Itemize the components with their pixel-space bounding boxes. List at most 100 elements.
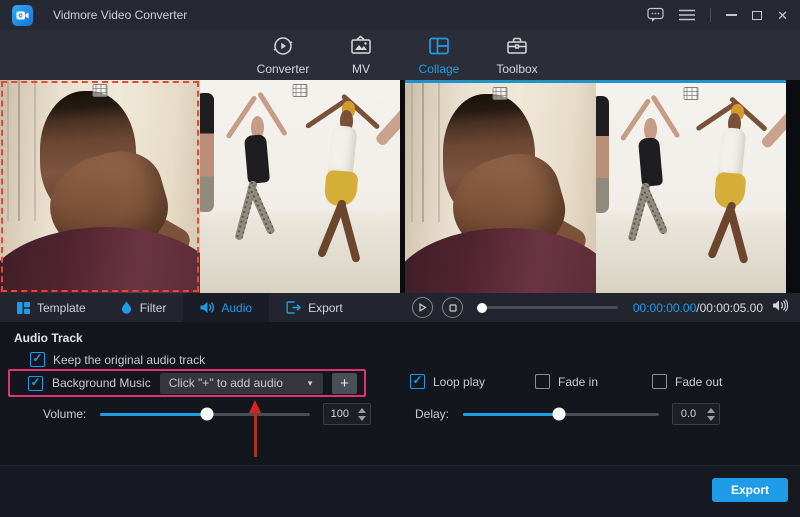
fade-out-label: Fade out [675,375,722,389]
tab-collage[interactable]: Collage [400,30,478,80]
template-icon [17,302,30,314]
minimize-button[interactable] [726,14,737,16]
collage-cell-man-video[interactable] [405,83,596,293]
tab-toolbox[interactable]: Toolbox [478,30,556,80]
selection-frame [1,81,199,292]
add-audio-button[interactable]: + [332,373,357,394]
preview-progress-strip [405,80,786,83]
toolbox-icon [505,34,529,58]
filter-icon [120,301,133,314]
collage-cell-dancers-video[interactable] [200,80,400,293]
swap-icon[interactable] [493,87,508,100]
collage-preview[interactable] [405,83,786,293]
check-icon: ✓ [412,374,422,386]
player-controls: 00:00:00.00/00:00:05.00 [400,293,800,322]
fade-in-label: Fade in [558,375,598,389]
main-nav: Converter MV Collage Toolbox [0,30,800,80]
subtab-label: Export [308,301,343,315]
dropdown-placeholder: Click "+" to add audio [169,376,283,390]
titlebar: Vidmore Video Converter ✕ [0,0,800,30]
keep-original-checkbox[interactable]: ✓ [30,352,45,367]
tab-label: MV [352,62,370,76]
spinner-up-icon[interactable] [358,408,366,413]
total-time: 00:00:05.00 [700,301,763,315]
dancer-figure [226,101,286,280]
close-button[interactable]: ✕ [777,9,788,22]
subtab-label: Template [37,301,86,315]
delay-slider-knob[interactable] [553,408,566,421]
tab-converter[interactable]: Converter [244,30,322,80]
export-icon [286,301,301,314]
delay-label: Delay: [415,407,449,421]
playback-slider-knob[interactable] [477,303,487,313]
delay-value: 0.0 [673,408,704,420]
volume-slider[interactable] [100,413,310,416]
dancer-figure [620,104,677,280]
play-button[interactable] [412,297,433,318]
check-icon: ✓ [32,352,42,364]
fade-in-checkbox[interactable]: ✓ [535,374,550,389]
output-preview [405,80,786,293]
export-button[interactable]: Export [712,478,788,502]
bottom-bar: Export [0,465,800,517]
spinner-down-icon[interactable] [358,416,366,421]
converter-icon [271,34,295,58]
volume-spinner: 100 [323,403,371,425]
check-icon: ✓ [30,376,40,388]
app-window: Vidmore Video Converter ✕ Converter [0,0,800,517]
background-music-label: Background Music [52,376,151,390]
dancer-figure [300,91,376,287]
collage-cell-dancers-video[interactable] [596,83,787,293]
collage-editor-slot [0,80,400,293]
app-logo-icon [12,5,33,26]
collage-editor[interactable] [0,80,400,293]
collage-toolbar: Template Filter Audio Export [0,293,400,322]
audio-icon [200,301,214,314]
collage-cell-man-video[interactable] [0,80,200,293]
playback-slider[interactable] [478,306,618,309]
loop-play-checkbox[interactable]: ✓ [410,374,425,389]
volume-value: 100 [324,408,355,420]
annotation-arrow [249,400,261,457]
delay-spinner: 0.0 [672,403,720,425]
collage-icon [427,34,451,58]
tab-mv[interactable]: MV [322,30,400,80]
time-display: 00:00:00.00/00:00:05.00 [633,301,763,315]
current-time: 00:00:00.00 [633,301,696,315]
subtab-template[interactable]: Template [0,293,103,322]
mv-icon [349,34,373,58]
stop-button[interactable] [442,297,463,318]
maximize-button[interactable] [752,11,762,20]
subtab-export[interactable]: Export [269,293,360,322]
menu-icon[interactable] [679,9,695,21]
volume-slider-knob[interactable] [201,408,214,421]
feedback-icon[interactable] [647,7,664,23]
loop-play-label: Loop play [433,375,485,389]
swap-icon[interactable] [683,87,698,100]
subtab-audio[interactable]: Audio [183,293,269,322]
tab-label: Toolbox [496,62,537,76]
volume-icon[interactable] [772,299,788,317]
volume-label: Volume: [43,407,86,421]
tab-label: Collage [419,62,460,76]
window-title: Vidmore Video Converter [53,8,187,22]
chevron-down-icon: ▼ [306,379,314,388]
spinner-down-icon[interactable] [707,416,715,421]
background-music-checkbox[interactable]: ✓ [28,376,43,391]
delay-slider[interactable] [463,413,659,416]
fade-out-checkbox[interactable]: ✓ [652,374,667,389]
spinner-up-icon[interactable] [707,408,715,413]
swap-icon[interactable] [293,84,308,97]
keep-original-label: Keep the original audio track [53,353,205,367]
subtab-filter[interactable]: Filter [103,293,184,322]
collage-preview-slot [405,83,786,293]
add-audio-dropdown[interactable]: Click "+" to add audio ▼ [160,373,323,394]
titlebar-divider [710,8,711,22]
highlight-box: ✓ Background Music Click "+" to add audi… [8,369,366,397]
audio-track-panel: Audio Track ✓ Keep the original audio tr… [0,322,800,465]
tab-label: Converter [257,62,310,76]
section-title: Audio Track [14,331,83,345]
subtab-label: Audio [221,301,252,315]
subtab-label: Filter [140,301,167,315]
preview-area [0,80,800,293]
